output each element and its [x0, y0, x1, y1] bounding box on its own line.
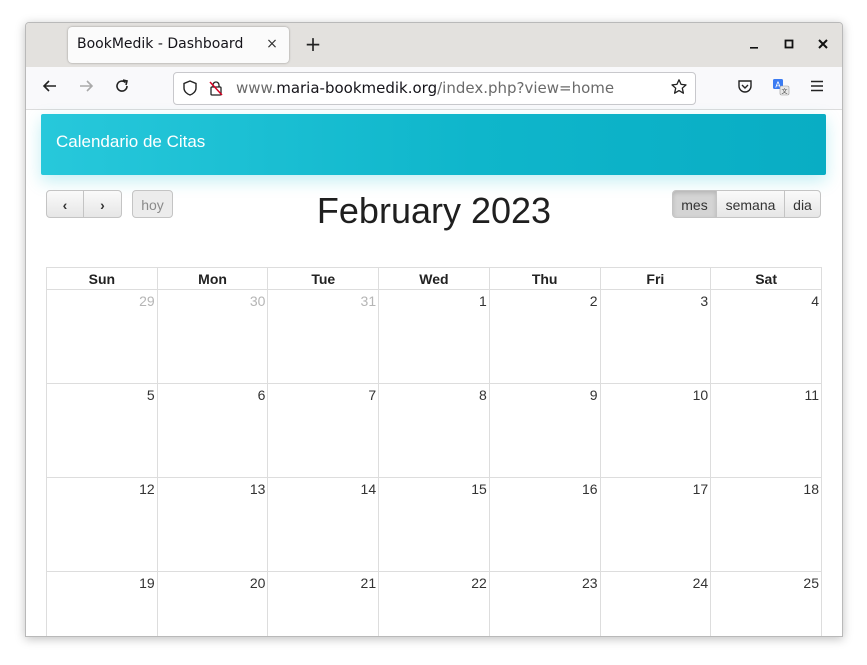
day-cell[interactable]: 17 — [599, 477, 712, 572]
page-content: Calendario de Citas ‹ › hoy February 202… — [26, 110, 842, 636]
day-cell[interactable]: 14 — [267, 477, 380, 572]
day-cell[interactable]: 15 — [378, 477, 490, 572]
week-row: 5 6 7 8 9 10 11 — [46, 383, 822, 478]
day-cell[interactable]: 8 — [378, 383, 490, 478]
maximize-icon[interactable] — [779, 36, 799, 56]
translate-icon[interactable]: A文 — [771, 78, 791, 98]
day-cell[interactable]: 24 — [599, 571, 712, 636]
bookmark-star-icon[interactable] — [669, 78, 689, 98]
navigation-toolbar: www.maria-bookmedik.org/index.php?view=h… — [26, 67, 842, 110]
day-cell[interactable]: 30 — [156, 289, 269, 384]
weekday-header: Fri — [599, 267, 712, 290]
reload-icon[interactable] — [111, 77, 133, 99]
page-title: Calendario de Citas — [56, 132, 206, 151]
month-calendar-grid: Sun Mon Tue Wed Thu Fri Sat 29 30 31 1 2… — [46, 267, 822, 636]
week-row: 12 13 14 15 16 17 18 — [46, 477, 822, 572]
svg-text:文: 文 — [781, 88, 787, 96]
month-view-button[interactable]: mes — [672, 190, 717, 218]
day-cell[interactable]: 7 — [267, 383, 380, 478]
tab-title: BookMedik - Dashboard — [77, 36, 244, 52]
day-cell[interactable]: 25 — [710, 571, 822, 636]
weekday-header: Sat — [710, 267, 822, 290]
weekday-header: Sun — [46, 267, 158, 290]
forward-arrow-icon[interactable] — [75, 77, 97, 99]
url-host: maria-bookmedik.org — [276, 79, 438, 97]
day-cell[interactable]: 29 — [46, 289, 158, 384]
window-close-icon[interactable] — [813, 36, 833, 56]
browser-tab[interactable]: BookMedik - Dashboard × — [68, 27, 289, 63]
url-path: /index.php?view=home — [437, 79, 615, 97]
weekday-header: Mon — [156, 267, 269, 290]
pocket-icon[interactable] — [735, 78, 755, 98]
week-view-button[interactable]: semana — [716, 190, 785, 218]
address-bar[interactable]: www.maria-bookmedik.org/index.php?view=h… — [173, 72, 696, 105]
day-cell[interactable]: 9 — [488, 383, 601, 478]
day-cell[interactable]: 16 — [488, 477, 601, 572]
weekday-header: Wed — [378, 267, 490, 290]
day-cell[interactable]: 6 — [156, 383, 269, 478]
day-cell[interactable]: 4 — [710, 289, 822, 384]
weekday-header: Thu — [488, 267, 601, 290]
weekday-header: Tue — [267, 267, 380, 290]
week-row: 19 20 21 22 23 24 25 — [46, 571, 822, 636]
day-cell[interactable]: 10 — [599, 383, 712, 478]
close-tab-icon[interactable]: × — [263, 35, 281, 53]
new-tab-button[interactable]: + — [301, 33, 325, 55]
day-cell[interactable]: 11 — [710, 383, 822, 478]
shield-icon[interactable] — [182, 80, 198, 96]
day-cell[interactable]: 3 — [599, 289, 712, 384]
day-cell[interactable]: 5 — [46, 383, 158, 478]
weekday-header-row: Sun Mon Tue Wed Thu Fri Sat — [46, 267, 822, 290]
hamburger-menu-icon[interactable] — [807, 78, 827, 98]
week-row: 29 30 31 1 2 3 4 — [46, 289, 822, 384]
minimize-icon[interactable] — [744, 36, 764, 56]
day-cell[interactable]: 21 — [267, 571, 380, 636]
day-cell[interactable]: 20 — [156, 571, 269, 636]
app-header: Calendario de Citas — [41, 114, 826, 175]
day-cell[interactable]: 1 — [378, 289, 490, 384]
insecure-lock-icon[interactable] — [208, 80, 224, 96]
day-cell[interactable]: 2 — [488, 289, 601, 384]
url-text: www.maria-bookmedik.org/index.php?view=h… — [236, 79, 614, 97]
browser-window: BookMedik - Dashboard × + www.maria-book… — [25, 22, 843, 637]
day-cell[interactable]: 19 — [46, 571, 158, 636]
day-cell[interactable]: 12 — [46, 477, 158, 572]
day-cell[interactable]: 23 — [488, 571, 601, 636]
tab-bar: BookMedik - Dashboard × + — [26, 23, 842, 67]
day-view-button[interactable]: dia — [784, 190, 821, 218]
back-arrow-icon[interactable] — [39, 77, 61, 99]
day-cell[interactable]: 22 — [378, 571, 490, 636]
day-cell[interactable]: 31 — [267, 289, 380, 384]
url-prefix: www. — [236, 79, 277, 97]
day-cell[interactable]: 18 — [710, 477, 822, 572]
day-cell[interactable]: 13 — [156, 477, 269, 572]
